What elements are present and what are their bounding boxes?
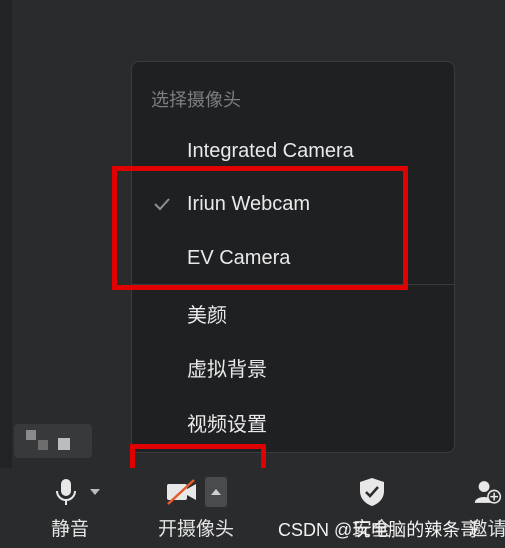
microphone-icon bbox=[56, 479, 76, 505]
left-edge-panel bbox=[0, 0, 12, 468]
camera-off-icon bbox=[167, 479, 196, 505]
add-participant-icon bbox=[474, 481, 502, 504]
menu-item-label: 美颜 bbox=[187, 304, 227, 327]
shield-icon bbox=[360, 478, 384, 506]
chevron-up-icon bbox=[211, 489, 221, 495]
menu-item-label: 虚拟背景 bbox=[187, 358, 267, 381]
camera-label: 开摄像头 bbox=[157, 519, 234, 540]
mute-button[interactable]: 静音 bbox=[40, 468, 114, 548]
highlight-box-cameras bbox=[112, 166, 408, 290]
camera-option-label: Integrated Camera bbox=[187, 139, 354, 162]
menu-item-label: 视频设置 bbox=[187, 413, 267, 436]
menu-item-video-settings[interactable]: 视频设置 bbox=[132, 395, 454, 449]
menu-item-virtual-background[interactable]: 虚拟背景 bbox=[132, 340, 454, 394]
camera-options-toggle[interactable] bbox=[205, 477, 227, 507]
menu-item-beauty[interactable]: 美颜 bbox=[132, 286, 454, 340]
start-camera-button[interactable]: 开摄像头 bbox=[140, 468, 252, 548]
mute-label: 静音 bbox=[50, 519, 89, 540]
menu-title: 选择摄像头 bbox=[151, 90, 241, 110]
meeting-window: 选择摄像头 Integrated Camera Iriun Webcam EV … bbox=[0, 0, 505, 548]
watermark-text: CSDN @玩电脑的辣条哥 bbox=[278, 520, 479, 540]
blurred-participant-thumbnail bbox=[14, 424, 92, 458]
chevron-down-icon[interactable] bbox=[89, 487, 101, 497]
